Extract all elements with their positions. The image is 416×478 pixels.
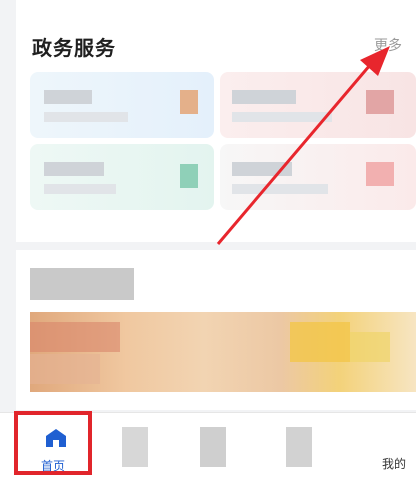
service-tile[interactable] (220, 144, 416, 210)
home-icon (46, 429, 66, 447)
service-tile[interactable] (220, 72, 416, 138)
service-icon (180, 164, 198, 188)
section-title: 政务服务 (32, 38, 116, 60)
service-tile[interactable] (30, 72, 214, 138)
tab-mine[interactable]: 我的 (346, 413, 406, 478)
tab-label: 我的 (381, 457, 406, 471)
bottom-tab-bar: 首页 我的 (0, 411, 416, 478)
service-tile[interactable] (30, 144, 214, 210)
blurred-icon (286, 427, 312, 467)
blurred-icon (200, 427, 226, 467)
tab-item[interactable] (282, 413, 322, 478)
news-card (16, 250, 416, 410)
tab-item[interactable] (196, 413, 236, 478)
tab-item[interactable] (118, 413, 158, 478)
service-icon (366, 162, 394, 186)
tab-home[interactable]: 首页 (14, 411, 92, 475)
blurred-heading (30, 268, 134, 300)
promo-banner[interactable] (30, 312, 416, 392)
more-link[interactable]: 更多 (374, 35, 402, 55)
government-services-card: 政务服务 更多 (16, 0, 416, 242)
service-icon (366, 90, 394, 114)
blurred-icon (122, 427, 148, 467)
service-icon (180, 90, 198, 114)
tab-label: 首页 (40, 459, 65, 473)
